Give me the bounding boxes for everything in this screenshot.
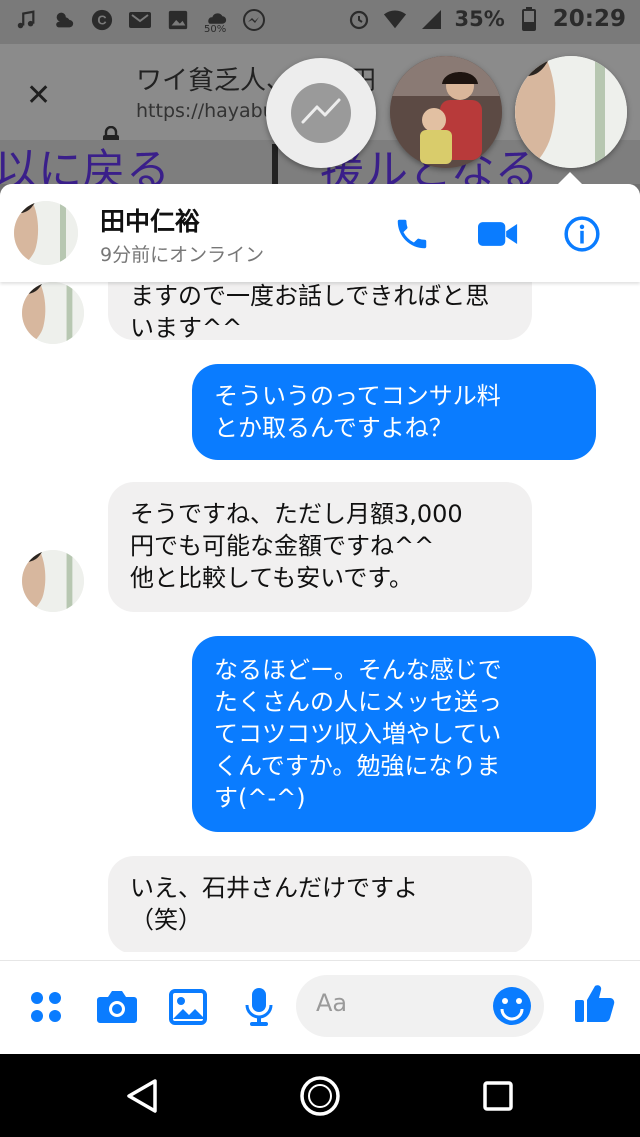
svg-text:C: C: [97, 13, 106, 28]
home-button[interactable]: [298, 1074, 342, 1118]
battery-percent: 35%: [454, 7, 505, 31]
call-button[interactable]: [392, 214, 432, 254]
thumbs-up-icon: [575, 985, 615, 1022]
contact-name: 田中仁裕: [100, 207, 201, 236]
message-list: ますので一度お話しできればと思います^^ そういうのってコンサル料 とか取るんで…: [0, 282, 640, 952]
page-divider: [272, 144, 278, 184]
back-triangle-icon: [127, 1079, 157, 1113]
camera-icon: [97, 991, 137, 1023]
clock: 20:29: [552, 6, 626, 32]
alarm-icon: [347, 7, 371, 31]
message-bubble-outgoing[interactable]: なるほどー。そんな感じで たくさんの人にメッセ送っ てコツコツ収入増やしてい く…: [192, 636, 596, 832]
contact-avatar-large: [515, 56, 627, 168]
mail-icon: [128, 8, 152, 32]
smiley-icon: [493, 987, 531, 1025]
more-apps-button[interactable]: [24, 985, 68, 1029]
emoji-button[interactable]: [492, 986, 532, 1030]
messenger-icon: [242, 8, 266, 32]
g-app-icon: C: [90, 8, 114, 32]
message-input[interactable]: Aa: [296, 975, 544, 1037]
message-avatar: [22, 282, 84, 344]
android-nav-bar: [0, 1054, 640, 1137]
family-photo-avatar: [390, 56, 502, 168]
contact-avatar[interactable]: [14, 201, 78, 265]
chathead-family-photo[interactable]: [390, 56, 502, 168]
four-dots-icon: [31, 992, 61, 1022]
chat-header: 田中仁裕 9分前にオンライン: [0, 184, 640, 282]
microphone-icon: [245, 988, 273, 1026]
messenger-logo-icon: [291, 83, 351, 143]
weather-icon: [52, 8, 76, 32]
back-button[interactable]: [120, 1074, 164, 1118]
message-bubble-incoming[interactable]: いえ、石井さんだけですよ （笑）: [108, 856, 532, 952]
chathead-contact[interactable]: [515, 56, 627, 168]
like-button[interactable]: [572, 981, 616, 1025]
composer-bar: Aa: [0, 960, 640, 1054]
gallery-icon: [166, 8, 190, 32]
recents-button[interactable]: [476, 1074, 520, 1118]
chathead-pointer: [558, 172, 582, 184]
messenger-chathead[interactable]: [266, 58, 376, 168]
chat-window: 田中仁裕 9分前にオンライン ますので一度お話しできればと思います^^ そういう…: [0, 184, 640, 1054]
data-badge: 50%: [204, 24, 227, 35]
voice-message-button[interactable]: [237, 985, 281, 1029]
cloud-icon: 50%: [204, 8, 228, 35]
wifi-icon: [383, 7, 407, 31]
home-circle-icon: [300, 1076, 340, 1116]
message-avatar: [22, 550, 84, 612]
message-bubble-incoming[interactable]: そうですね、ただし月額3,000 円でも可能な金額ですね^^ 他と比較しても安い…: [108, 482, 532, 612]
phone-icon: [397, 219, 427, 249]
info-icon: [564, 216, 600, 252]
music-icon: [14, 8, 38, 32]
battery-icon: [517, 7, 541, 31]
close-icon[interactable]: ✕: [26, 78, 51, 113]
signal-icon: [419, 7, 443, 31]
video-call-button[interactable]: [478, 214, 518, 254]
camera-button[interactable]: [95, 985, 139, 1029]
recents-square-icon: [483, 1081, 513, 1111]
message-bubble-outgoing[interactable]: そういうのってコンサル料 とか取るんですよね？: [192, 364, 596, 460]
info-button[interactable]: [562, 214, 602, 254]
gallery-button[interactable]: [166, 985, 210, 1029]
status-bar: C 50% 35% 20:29: [0, 0, 640, 44]
contact-status: 9分前にオンライン: [100, 244, 265, 266]
page-link-back[interactable]: 以に戻る: [0, 140, 170, 184]
message-input-placeholder: Aa: [316, 989, 348, 1017]
message-bubble-incoming[interactable]: ますので一度お話しできればと思います^^: [108, 282, 532, 342]
video-camera-icon: [478, 222, 518, 246]
image-icon: [169, 989, 207, 1025]
